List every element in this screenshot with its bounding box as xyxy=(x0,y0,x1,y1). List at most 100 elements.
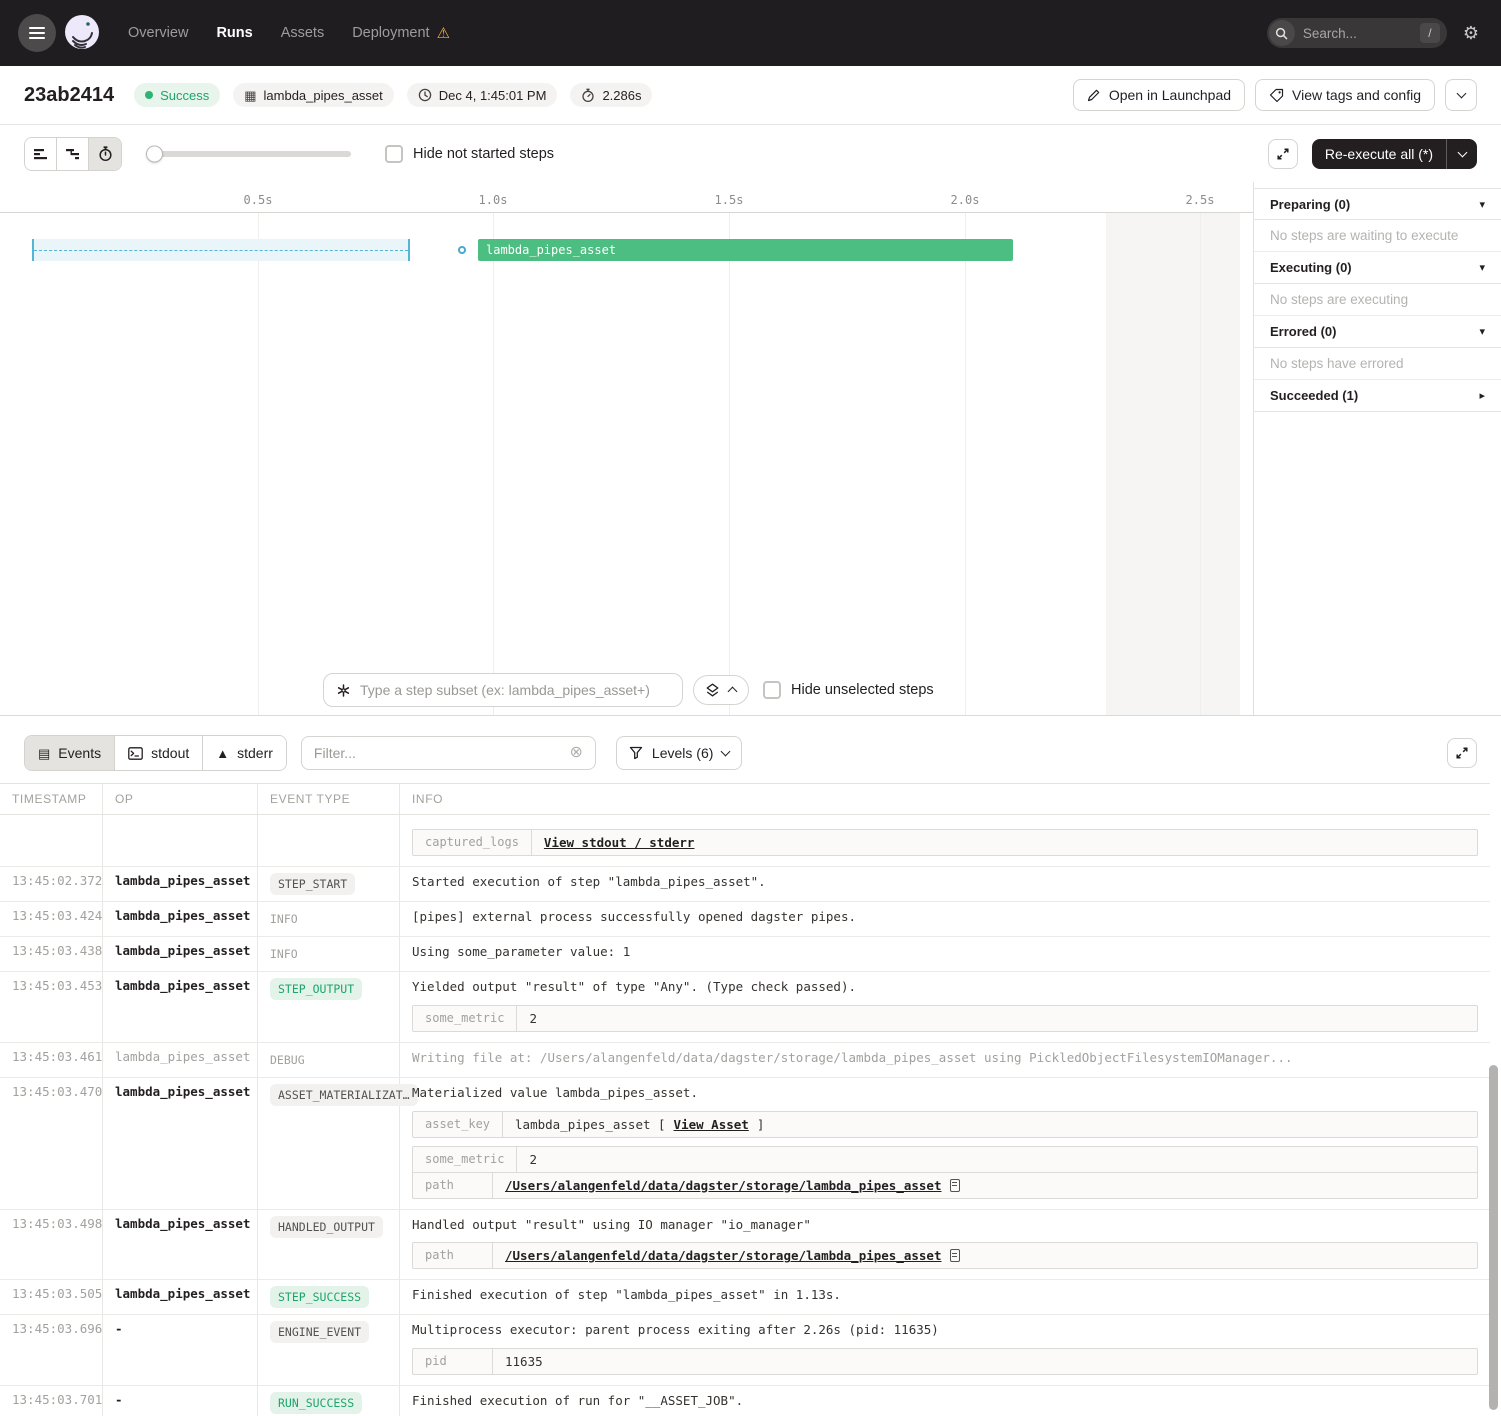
metadata-row: some_metric2 xyxy=(413,1006,1477,1031)
gantt-fullscreen-button[interactable] xyxy=(1268,139,1298,169)
chevron-down-icon xyxy=(1457,147,1467,157)
run-id: 23ab2414 xyxy=(24,84,114,107)
clear-filter-icon[interactable]: ⊗ xyxy=(570,745,583,761)
more-actions-button[interactable] xyxy=(1445,79,1477,111)
nav-item-overview[interactable]: Overview xyxy=(128,25,188,41)
zoom-slider-knob[interactable] xyxy=(146,145,163,162)
step-section-header[interactable]: Errored (0)▾ xyxy=(1254,316,1501,348)
log-row[interactable]: 13:45:03.498lambda_pipes_assetHANDLED_OU… xyxy=(0,1210,1490,1281)
levels-label: Levels (6) xyxy=(652,745,713,761)
event-type-cell: ENGINE_EVENT xyxy=(258,1315,400,1385)
job-name: lambda_pipes_asset xyxy=(264,88,383,103)
nav-item-assets[interactable]: Assets xyxy=(281,25,325,41)
tab-stdout[interactable]: stdout xyxy=(115,736,203,770)
step-subset-input[interactable]: Type a step subset (ex: lambda_pipes_ass… xyxy=(323,673,683,707)
metadata-row: path/Users/alangenfeld/data/dagster/stor… xyxy=(413,1172,1477,1198)
log-row[interactable]: 13:45:03.696-ENGINE_EVENTMultiprocess ex… xyxy=(0,1315,1490,1386)
levels-dropdown[interactable]: Levels (6) xyxy=(616,736,742,770)
info-cell: Multiprocess executor: parent process ex… xyxy=(400,1315,1490,1385)
settings-gear-icon[interactable]: ⚙ xyxy=(1463,23,1479,44)
duration: 2.286s xyxy=(602,88,641,103)
nav-item-runs[interactable]: Runs xyxy=(216,25,252,41)
metadata-tables: pid11635 xyxy=(412,1348,1478,1375)
copy-icon[interactable] xyxy=(950,1179,960,1192)
menu-button[interactable] xyxy=(18,14,56,52)
timestamp-cell: 13:45:03.498 xyxy=(0,1210,103,1280)
log-row[interactable]: captured_logsView stdout / stderr xyxy=(0,815,1490,867)
view-mode-timed-button[interactable] xyxy=(89,138,121,170)
log-row[interactable]: 13:45:03.701-RUN_SUCCESSFinished executi… xyxy=(0,1386,1490,1416)
duration-badge: 2.286s xyxy=(570,83,652,107)
view-mode-flat-button[interactable] xyxy=(25,138,57,170)
event-type-pill: DEBUG xyxy=(270,1049,305,1071)
info-cell: Finished execution of step "lambda_pipes… xyxy=(400,1280,1490,1314)
column-event-type: EVENT TYPE xyxy=(258,784,400,814)
gantt-grid-line xyxy=(493,213,494,715)
dagster-logo[interactable] xyxy=(60,11,104,55)
search-input[interactable]: Search... / xyxy=(1267,18,1447,48)
view-mode-waterfall-button[interactable] xyxy=(57,138,89,170)
log-scrollbar-thumb[interactable] xyxy=(1489,1065,1498,1410)
timestamp-cell: 13:45:03.505 xyxy=(0,1280,103,1314)
op-cell: lambda_pipes_asset xyxy=(103,902,258,936)
panel-splitter[interactable] xyxy=(0,715,1501,716)
copy-icon[interactable] xyxy=(950,1249,960,1262)
tab-stderr[interactable]: ▲ stderr xyxy=(203,736,286,770)
search-placeholder: Search... xyxy=(1303,26,1420,41)
hide-unselected-checkbox[interactable] xyxy=(763,681,781,699)
metadata-value: /Users/alangenfeld/data/dagster/storage/… xyxy=(493,1173,972,1198)
metadata-key: asset_key xyxy=(413,1112,503,1137)
view-tags-config-button[interactable]: View tags and config xyxy=(1255,79,1435,111)
log-row[interactable]: 13:45:03.424lambda_pipes_assetINFO[pipes… xyxy=(0,902,1490,937)
gantt-step-marker-dot xyxy=(458,246,466,254)
zoom-slider-track[interactable] xyxy=(146,151,351,157)
waterfall-icon xyxy=(66,148,80,160)
chevron-right-icon: ▸ xyxy=(1479,389,1485,402)
open-launchpad-button[interactable]: Open in Launchpad xyxy=(1073,79,1245,111)
log-row[interactable]: 13:45:03.461lambda_pipes_assetDEBUGWriti… xyxy=(0,1043,1490,1078)
job-badge[interactable]: ▦ lambda_pipes_asset xyxy=(233,83,394,107)
gantt-step-bar[interactable]: lambda_pipes_asset xyxy=(478,239,1013,261)
hide-not-started-checkbox[interactable] xyxy=(385,145,403,163)
metadata-link[interactable]: /Users/alangenfeld/data/dagster/storage/… xyxy=(505,1178,942,1193)
metadata-link[interactable]: /Users/alangenfeld/data/dagster/storage/… xyxy=(505,1248,942,1263)
metadata-tables: asset_keylambda_pipes_asset [View Asset]… xyxy=(412,1111,1478,1199)
metadata-link[interactable]: View stdout / stderr xyxy=(544,835,695,850)
search-icon xyxy=(1269,20,1295,46)
metadata-tables: path/Users/alangenfeld/data/dagster/stor… xyxy=(412,1242,1478,1269)
log-row[interactable]: 13:45:03.438lambda_pipes_assetINFOUsing … xyxy=(0,937,1490,972)
info-cell: captured_logsView stdout / stderr xyxy=(400,815,1490,866)
step-section-label: Errored (0) xyxy=(1270,324,1336,339)
step-section-header[interactable]: Succeeded (1) ▸ xyxy=(1254,380,1501,412)
log-row[interactable]: 13:45:02.372lambda_pipes_assetSTEP_START… xyxy=(0,867,1490,902)
funnel-icon xyxy=(629,746,643,760)
event-type-cell: STEP_SUCCESS xyxy=(258,1280,400,1314)
metadata-text: 2 xyxy=(529,1152,537,1167)
tab-events[interactable]: ▤ Events xyxy=(25,736,115,770)
log-row[interactable]: 13:45:03.505lambda_pipes_assetSTEP_SUCCE… xyxy=(0,1280,1490,1315)
graph-options-button[interactable] xyxy=(693,675,749,705)
run-header: 23ab2414 Success ▦ lambda_pipes_asset De… xyxy=(0,66,1501,125)
top-nav: Overview Runs Assets Deployment ⚠ Search… xyxy=(0,0,1501,66)
step-section-header[interactable]: Executing (0)▾ xyxy=(1254,252,1501,284)
events-table-icon: ▤ xyxy=(38,747,50,760)
event-type-cell: INFO xyxy=(258,937,400,971)
info-text: [pipes] external process successfully op… xyxy=(412,908,1478,927)
step-section-label: Succeeded (1) xyxy=(1270,388,1358,403)
nav-item-deployment[interactable]: Deployment ⚠ xyxy=(352,25,450,41)
log-filter-input[interactable]: Filter... ⊗ xyxy=(301,736,596,770)
reexecute-all-button[interactable]: Re-execute all (*) xyxy=(1312,139,1477,169)
zoom-slider[interactable] xyxy=(146,151,351,157)
step-section-header[interactable]: Preparing (0)▾ xyxy=(1254,188,1501,220)
log-table-header: TIMESTAMP OP EVENT TYPE INFO xyxy=(0,783,1490,815)
metadata-link[interactable]: View Asset xyxy=(674,1117,749,1132)
log-row[interactable]: 13:45:03.470lambda_pipes_assetASSET_MATE… xyxy=(0,1078,1490,1210)
op-cell: - xyxy=(103,1315,258,1385)
reexecute-dropdown-button[interactable] xyxy=(1447,152,1477,156)
tab-stderr-label: stderr xyxy=(237,745,273,761)
log-row[interactable]: 13:45:03.453lambda_pipes_assetSTEP_OUTPU… xyxy=(0,972,1490,1043)
event-type-cell: ASSET_MATERIALIZAT… xyxy=(258,1078,400,1209)
gantt-grid-line xyxy=(1200,213,1201,715)
info-text: Materialized value lambda_pipes_asset. xyxy=(412,1084,1478,1103)
log-fullscreen-button[interactable] xyxy=(1447,738,1477,768)
